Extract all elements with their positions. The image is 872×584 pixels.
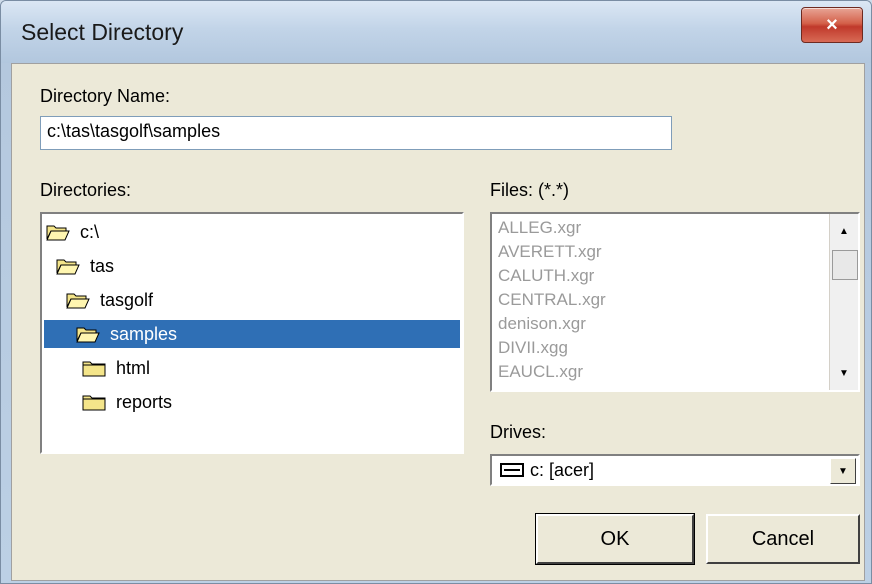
- directory-name-label: Directory Name:: [40, 86, 171, 106]
- file-item[interactable]: CENTRAL.xgr: [498, 290, 606, 314]
- tree-item-label: c:\: [80, 221, 100, 242]
- close-button[interactable]: ×: [801, 7, 863, 43]
- files-listbox[interactable]: ALLEG.xgr AVERETT.xgr CALUTH.xgr CENTRAL…: [490, 212, 860, 392]
- open-folder-icon: [66, 293, 90, 309]
- tree-item-tas[interactable]: tas: [56, 252, 118, 280]
- tree-item-samples[interactable]: samples: [44, 320, 460, 348]
- dialog-client-area: Directory Name: c:\tas\tasgolf\samples D…: [11, 63, 865, 581]
- file-item[interactable]: CALUTH.xgr: [498, 266, 594, 290]
- cancel-button[interactable]: Cancel: [706, 514, 860, 564]
- files-scrollbar[interactable]: ▲ ▼: [829, 214, 858, 390]
- tree-item-label: samples: [110, 323, 178, 344]
- chevron-down-icon[interactable]: ▼: [830, 458, 856, 484]
- files-label: Files: (*.*): [490, 180, 570, 200]
- file-item[interactable]: DIVII.xgg: [498, 338, 568, 362]
- folder-icon: [82, 395, 106, 411]
- file-item[interactable]: denison.xgr: [498, 314, 586, 338]
- drives-label: Drives:: [490, 422, 547, 442]
- dialog-title: Select Directory: [21, 19, 184, 45]
- directory-name-input[interactable]: c:\tas\tasgolf\samples: [40, 116, 672, 150]
- hard-drive-icon: [500, 463, 524, 477]
- tree-item-label: tasgolf: [100, 289, 154, 310]
- open-folder-icon: [56, 259, 80, 275]
- scroll-thumb[interactable]: [832, 250, 858, 280]
- title-bar[interactable]: Select Directory ×: [1, 1, 871, 63]
- drives-dropdown[interactable]: c: [acer] ▼: [490, 454, 860, 486]
- select-directory-dialog: Select Directory × Directory Name: c:\ta…: [0, 0, 872, 584]
- directories-label: Directories:: [40, 180, 132, 200]
- tree-item-tasgolf[interactable]: tasgolf: [66, 286, 157, 314]
- ok-button[interactable]: OK: [535, 513, 695, 565]
- drives-selected-value: c: [acer]: [530, 459, 595, 480]
- open-folder-icon: [46, 225, 70, 241]
- tree-item-label: reports: [116, 391, 173, 412]
- close-icon: ×: [826, 13, 838, 36]
- scroll-down-icon[interactable]: ▼: [830, 360, 858, 386]
- file-item[interactable]: EAUCL.xgr: [498, 362, 583, 386]
- tree-item-reports[interactable]: reports: [82, 388, 176, 416]
- tree-item-html[interactable]: html: [82, 354, 154, 382]
- open-folder-icon: [76, 327, 100, 343]
- tree-item-label: html: [116, 357, 151, 378]
- directories-listbox[interactable]: c:\ tas tasgolf samples html reports: [40, 212, 464, 454]
- file-item[interactable]: ALLEG.xgr: [498, 218, 581, 242]
- folder-icon: [82, 361, 106, 377]
- scroll-up-icon[interactable]: ▲: [830, 218, 858, 244]
- tree-item-label: tas: [90, 255, 115, 276]
- tree-item-c-root[interactable]: c:\: [46, 218, 103, 246]
- file-item[interactable]: AVERETT.xgr: [498, 242, 602, 266]
